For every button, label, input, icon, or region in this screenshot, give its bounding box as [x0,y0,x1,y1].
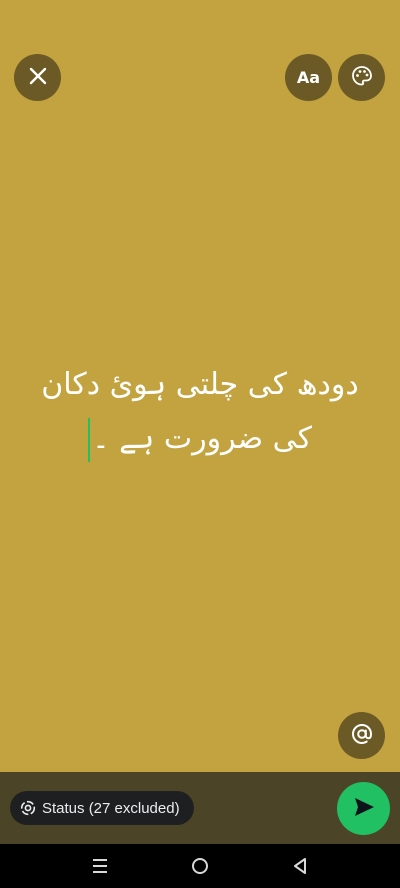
status-text-line-2-wrap: کی ضرورت ہے ۔ [20,412,380,466]
close-icon [28,66,48,90]
menu-icon [93,859,107,873]
text-caret [88,417,91,462]
send-icon [353,796,375,822]
status-ring-icon [20,800,36,816]
send-button[interactable] [337,782,390,835]
status-editor-canvas[interactable]: Aa دودھ کی چلتی ہوئ دکان کی ضرورت ہے ۔ [0,0,400,772]
color-palette-button[interactable] [338,54,385,101]
status-text-line-1: دودھ کی چلتی ہوئ دکان [41,367,359,402]
status-text-input[interactable]: دودھ کی چلتی ہوئ دکان کی ضرورت ہے ۔ [20,358,380,466]
at-sign-icon [350,722,374,750]
font-style-label: Aa [296,68,321,87]
recent-apps-button[interactable] [88,854,112,878]
close-button[interactable] [14,54,61,101]
palette-icon [350,64,374,92]
font-style-button[interactable]: Aa [285,54,332,101]
status-audience-button[interactable]: Status (27 excluded) [10,791,194,825]
status-audience-label: Status (27 excluded) [42,799,180,817]
home-button[interactable] [188,854,212,878]
status-text-line-2: کی ضرورت ہے ۔ [92,421,312,456]
bottom-bar: Status (27 excluded) [0,772,400,844]
home-circle-icon [192,858,208,874]
back-triangle-icon [294,858,306,874]
system-navigation-bar [0,844,400,888]
back-button[interactable] [288,854,312,878]
mention-button[interactable] [338,712,385,759]
